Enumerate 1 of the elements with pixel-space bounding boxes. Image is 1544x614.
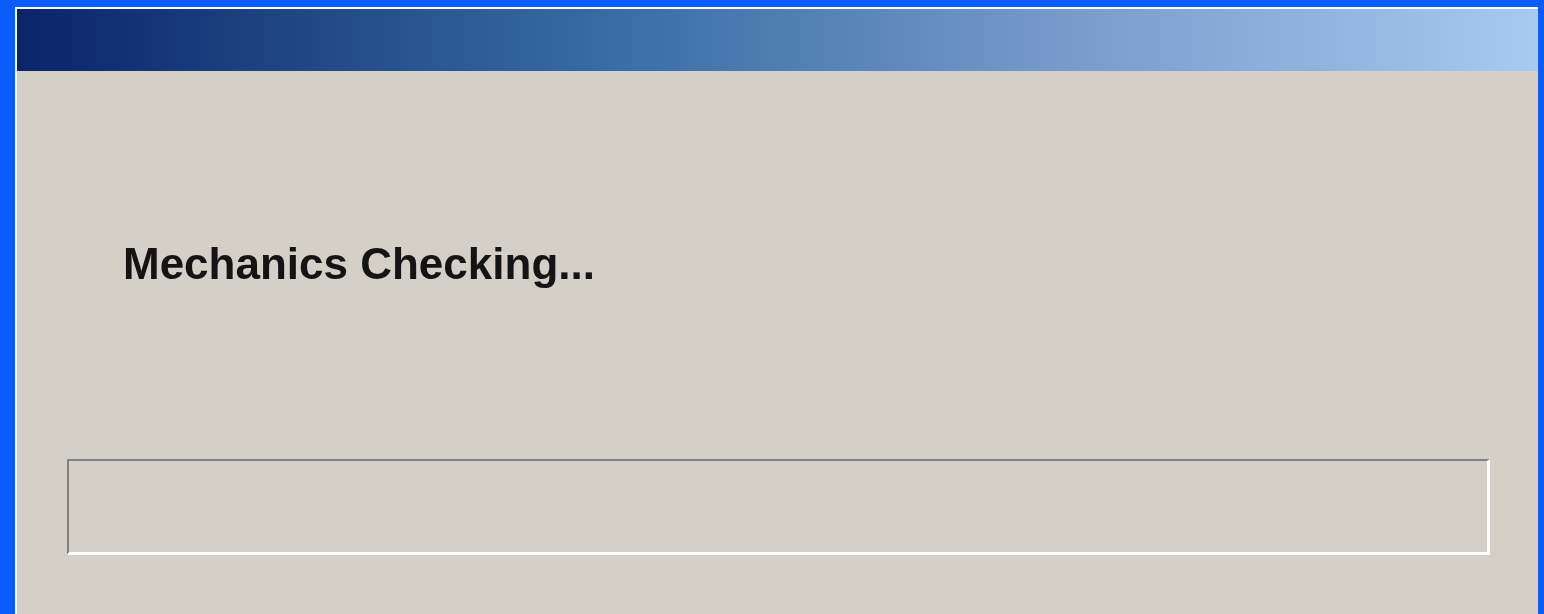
status-message: Mechanics Checking...	[123, 239, 596, 290]
